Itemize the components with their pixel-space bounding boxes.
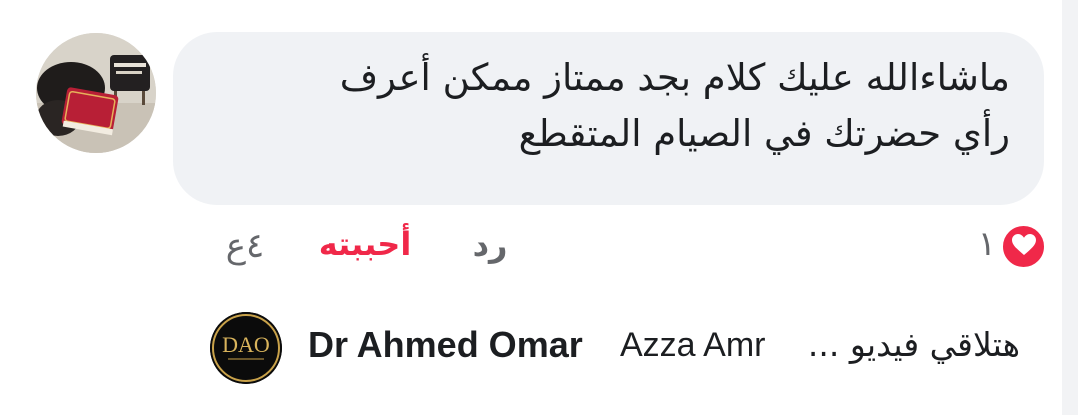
scroll-edge	[1062, 0, 1078, 415]
comment-text-line-2: رأي حضرتك في الصيام المتقطع	[518, 112, 1010, 155]
comment-text: ماشاءالله عليك كلام بجد ممتاز ممكن أعرف …	[210, 50, 1010, 162]
reply-preview-text: هتلاقي فيديو ...	[807, 325, 1020, 364]
comment-text-line-1: ماشاءالله عليك كلام بجد ممتاز ممكن أعرف	[339, 56, 1010, 99]
reply-author-avatar[interactable]: DAO	[210, 312, 282, 384]
reaction-heart-button[interactable]	[1000, 223, 1047, 270]
reaction-count[interactable]: ١	[958, 224, 996, 264]
comment-timestamp[interactable]: ٤ع	[200, 226, 290, 266]
reply-preview-row[interactable]: DAO Dr Ahmed Omar Azza Amr هتلاقي فيديو …	[210, 312, 1050, 384]
reply-mention[interactable]: Azza Amr	[620, 326, 765, 365]
reply-button[interactable]: رد	[455, 226, 525, 264]
reply-author-name[interactable]: Dr Ahmed Omar	[308, 324, 583, 366]
avatar-logo-text: DAO	[222, 332, 270, 357]
comment-bubble: ماشاءالله عليك كلام بجد ممتاز ممكن أعرف …	[173, 32, 1044, 205]
liked-button[interactable]: أحببته	[300, 225, 430, 263]
heart-icon	[1011, 233, 1037, 261]
commenter-avatar[interactable]	[36, 33, 156, 153]
